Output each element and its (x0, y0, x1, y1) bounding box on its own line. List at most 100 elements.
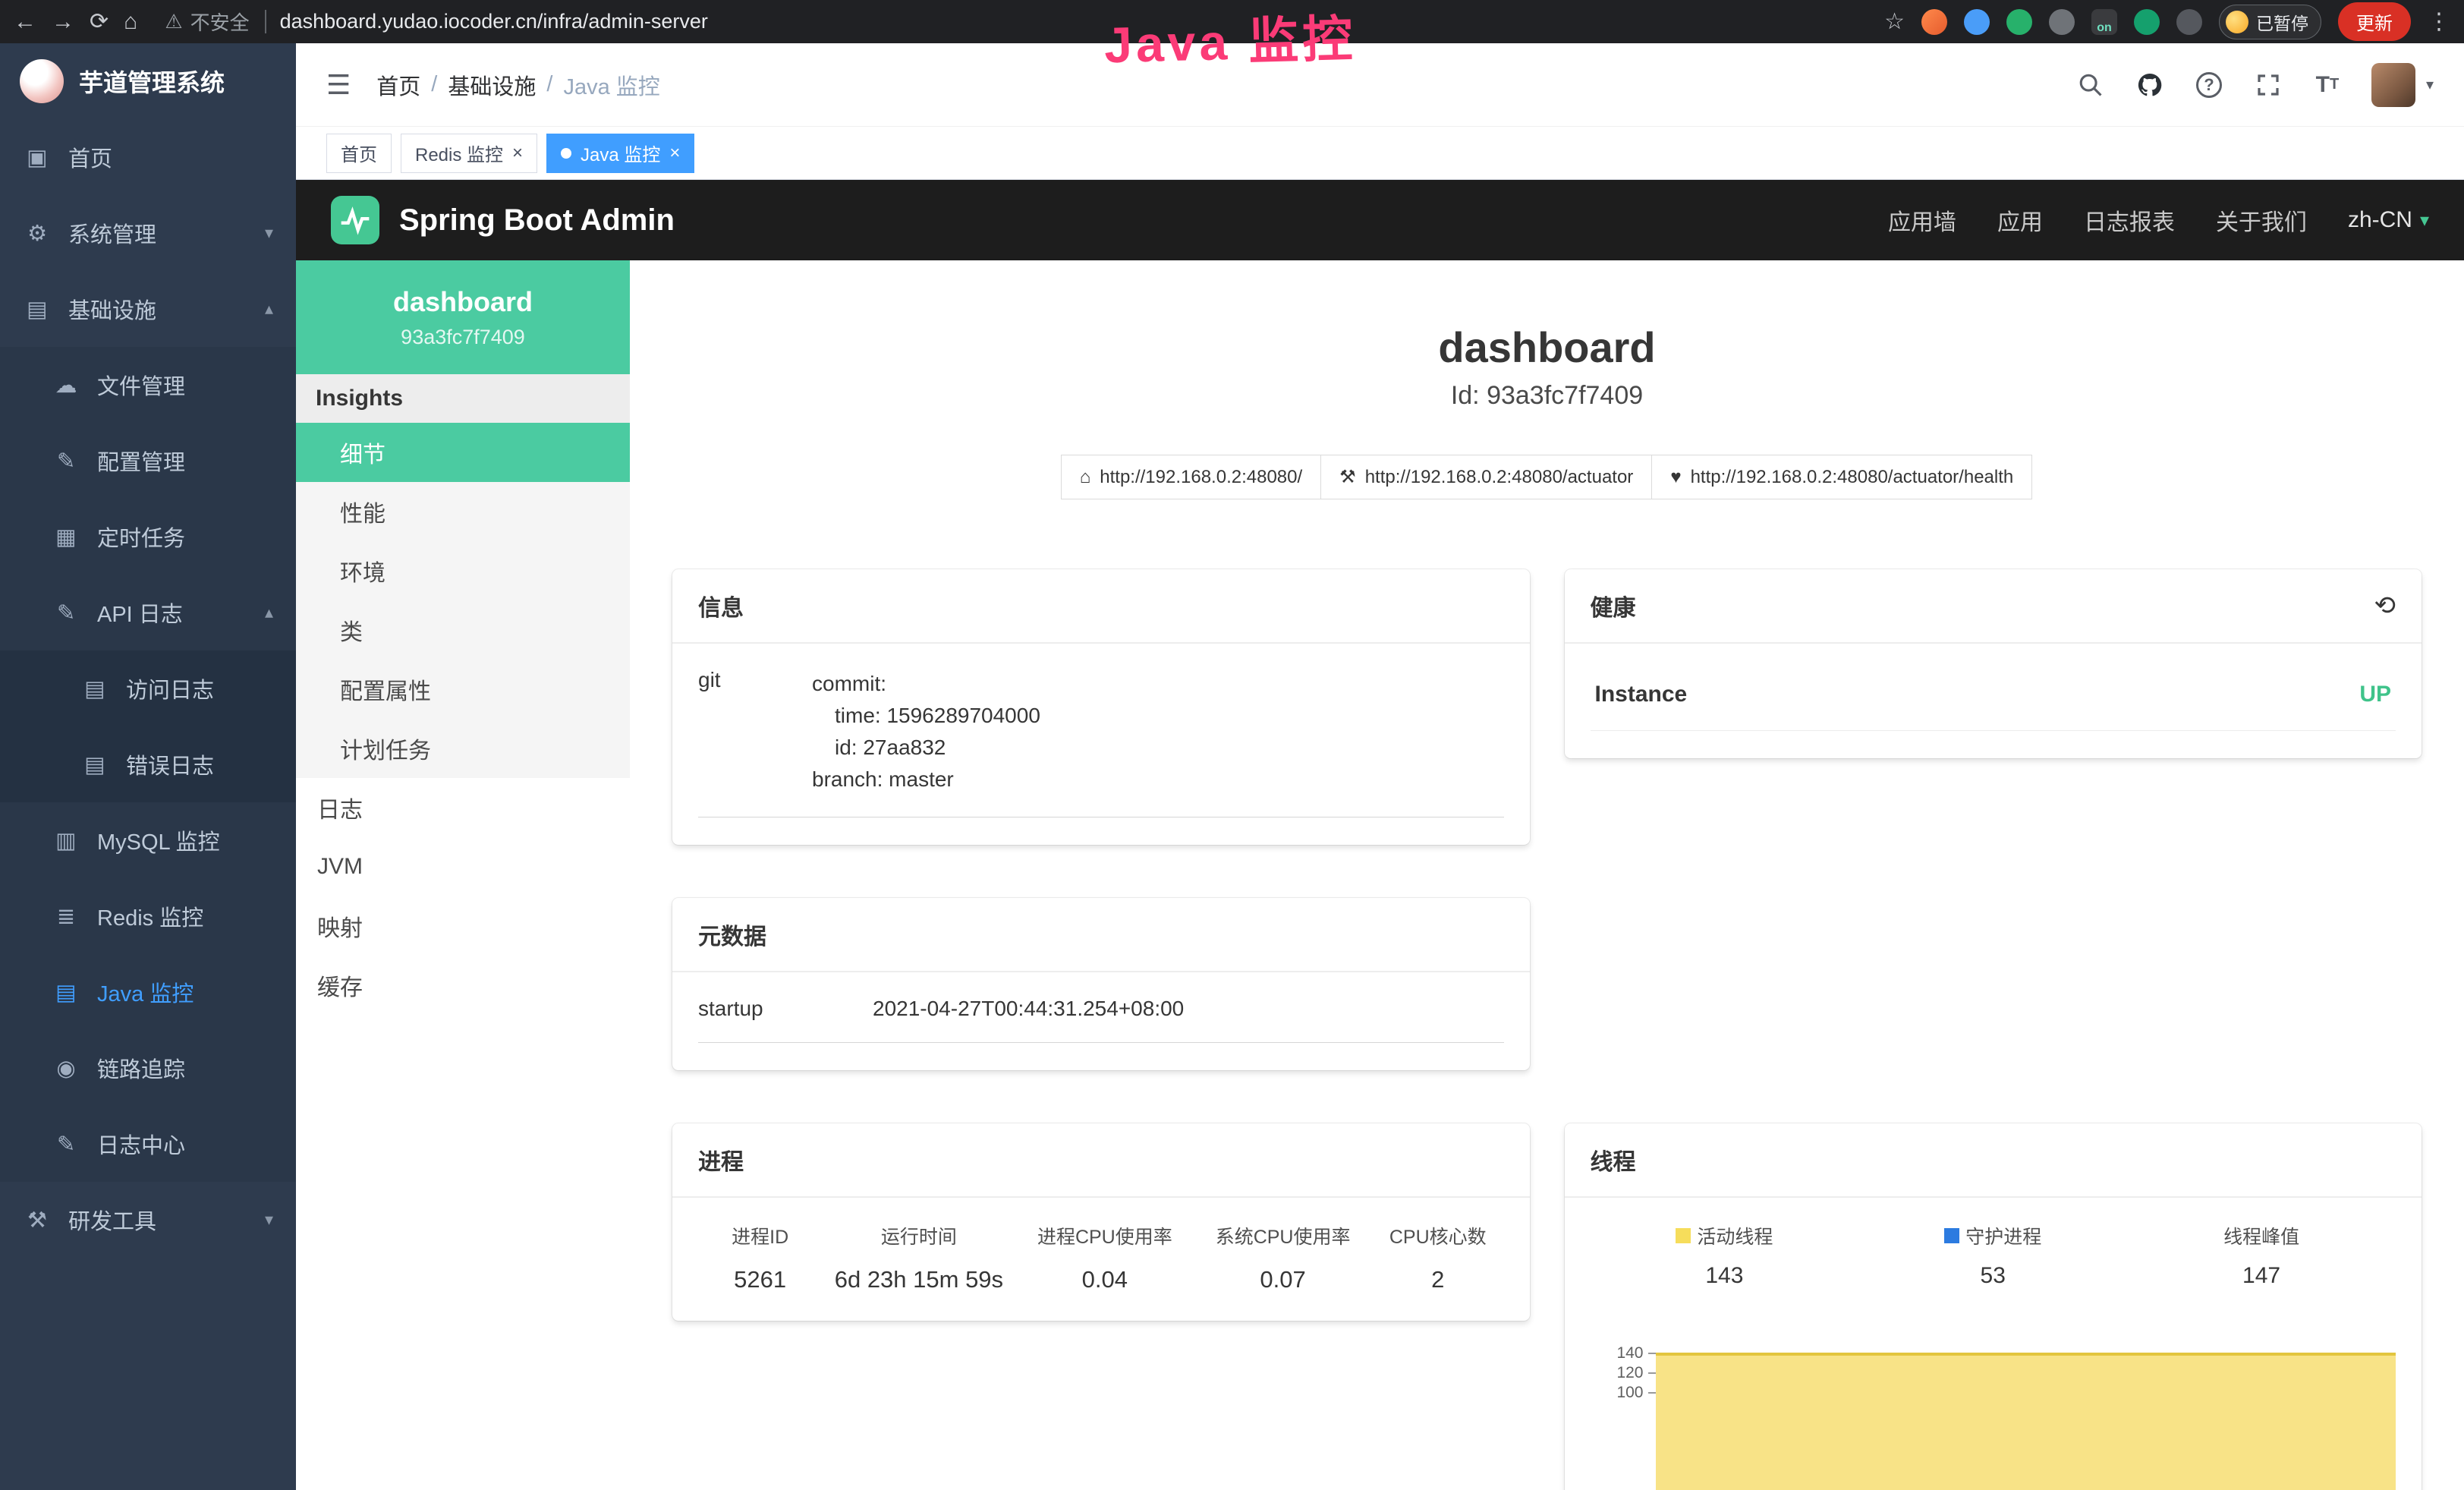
tab-home[interactable]: 首页 (326, 134, 392, 173)
reload-icon[interactable]: ⟳ (90, 11, 109, 33)
warning-icon: ⚠ (165, 10, 182, 33)
font-size-icon[interactable]: TT (2312, 70, 2343, 100)
address-bar[interactable]: ⚠ 不安全 dashboard.yudao.iocoder.cn/infra/a… (165, 8, 708, 36)
sba-nav-wall[interactable]: 应用墙 (1888, 203, 1956, 237)
back-icon[interactable]: ← (14, 11, 36, 33)
extension-icon-dark-puzzle[interactable] (2176, 9, 2202, 35)
sba-nav-about[interactable]: 关于我们 (2216, 203, 2307, 237)
close-icon[interactable]: × (669, 143, 680, 164)
sidebar-item-java-monitor[interactable]: ▤ Java 监控 (0, 954, 296, 1030)
home-icon[interactable]: ⌂ (124, 11, 137, 33)
menu-label: 系统管理 (68, 217, 156, 249)
sba-nav-journal[interactable]: 日志报表 (2084, 203, 2175, 237)
url-text: dashboard.yudao.iocoder.cn/infra/admin-s… (265, 10, 708, 33)
breadcrumb-current: Java 监控 (563, 69, 659, 101)
link-health-url[interactable]: ♥ http://192.168.0.2:48080/actuator/heal… (1651, 455, 2032, 499)
sidebar-item-infrastructure[interactable]: ▤ 基础设施 ▴ (0, 271, 296, 347)
hamburger-icon[interactable]: ☰ (326, 69, 351, 101)
avatar-caret-icon[interactable]: ▾ (2426, 75, 2434, 94)
security-label: 不安全 (190, 8, 250, 36)
close-icon[interactable]: × (512, 143, 523, 164)
sba-item-details[interactable]: 细节 (296, 423, 630, 482)
github-icon[interactable] (2135, 70, 2165, 100)
browser-menu-icon[interactable]: ⋮ (2428, 11, 2450, 33)
process-col: CPU核心数 2 (1372, 1222, 1504, 1293)
sba-item-performance[interactable]: 性能 (296, 482, 630, 541)
sba-item-logs[interactable]: 日志 (296, 778, 630, 837)
sba-item-jvm[interactable]: JVM (296, 837, 630, 896)
metadata-row: startup 2021-04-27T00:44:31.254+08:00 (698, 997, 1504, 1043)
sidebar-item-scheduled-jobs[interactable]: ▦ 定时任务 (0, 499, 296, 575)
sba-instance-block[interactable]: dashboard 93a3fc7f7409 (296, 260, 630, 374)
sidebar-item-api-logs[interactable]: ✎ API 日志 ▴ (0, 575, 296, 650)
sidebar-item-home[interactable]: ▣ 首页 (0, 119, 296, 195)
breadcrumb: 首页 / 基础设施 / Java 监控 (376, 69, 659, 101)
stat-header: 进程CPU使用率 (1015, 1222, 1194, 1249)
extension-icon-drop[interactable] (1964, 9, 1990, 35)
app-logo[interactable]: 芋道管理系统 (0, 43, 296, 119)
fullscreen-icon[interactable] (2253, 70, 2283, 100)
search-icon[interactable] (2075, 70, 2106, 100)
extension-icon-fox[interactable] (1921, 9, 1947, 35)
forward-icon[interactable]: → (52, 11, 74, 33)
health-card-body: Instance UP (1565, 644, 2422, 758)
sidebar-item-system-management[interactable]: ⚙ 系统管理 ▾ (0, 195, 296, 271)
sba-item-scheduled-tasks[interactable]: 计划任务 (296, 719, 630, 778)
admin-sidebar: 芋道管理系统 ▣ 首页 ⚙ 系统管理 ▾ ▤ 基础设施 ▴ ☁ (0, 43, 296, 1490)
cloud-icon: ☁ (52, 372, 80, 398)
sidebar-item-redis-monitor[interactable]: ≣ Redis 监控 (0, 878, 296, 954)
help-icon[interactable]: ? (2194, 70, 2224, 100)
sidebar-item-error-logs[interactable]: ▤ 错误日志 (0, 726, 296, 802)
link-service-url[interactable]: ⌂ http://192.168.0.2:48080/ (1061, 455, 1321, 499)
health-instance-row[interactable]: Instance UP (1591, 668, 2396, 731)
link-label: http://192.168.0.2:48080/ (1100, 467, 1302, 488)
sba-nav-applications[interactable]: 应用 (1997, 203, 2043, 237)
sidebar-item-config-management[interactable]: ✎ 配置管理 (0, 423, 296, 499)
metadata-card: 元数据 startup 2021-04-27T00:44:31.254+08:0… (672, 898, 1530, 1070)
process-col: 运行时间 6d 23h 15m 59s (822, 1222, 1015, 1293)
history-icon[interactable]: ⟲ (2374, 591, 2396, 621)
sba-item-mappings[interactable]: 映射 (296, 896, 630, 956)
git-commit-label: commit: (812, 668, 1504, 700)
menu-label: 研发工具 (68, 1204, 156, 1236)
monitor-icon: ▤ (52, 979, 80, 1006)
chart-y-axis: 140 120 100 (1591, 1315, 1656, 1490)
sidebar-item-access-logs[interactable]: ▤ 访问日志 (0, 650, 296, 726)
sba-item-config-props[interactable]: 配置属性 (296, 660, 630, 719)
sidebar-item-mysql-monitor[interactable]: ▥ MySQL 监控 (0, 802, 296, 878)
stat-value: 6d 23h 15m 59s (822, 1266, 1015, 1293)
tab-redis-monitor[interactable]: Redis 监控 × (401, 134, 537, 173)
bookmark-star-icon[interactable]: ☆ (1884, 11, 1905, 33)
sba-main: dashboard Id: 93a3fc7f7409 ⌂ http://192.… (630, 260, 2464, 1490)
sba-item-caches[interactable]: 缓存 (296, 956, 630, 1015)
breadcrumb-home[interactable]: 首页 (376, 69, 420, 101)
user-avatar[interactable] (2371, 63, 2415, 107)
sidebar-item-dev-tools[interactable]: ⚒ 研发工具 ▾ (0, 1182, 296, 1258)
paused-chip[interactable]: 已暂停 (2219, 5, 2321, 39)
browser-update-button[interactable]: 更新 (2338, 2, 2411, 41)
tools-icon: ⚒ (23, 1207, 52, 1233)
sidebar-item-tracing[interactable]: ◉ 链路追踪 (0, 1030, 296, 1106)
chevron-up-icon: ▴ (265, 603, 273, 622)
extension-icon-leaf[interactable] (2134, 9, 2160, 35)
sidebar-item-file-management[interactable]: ☁ 文件管理 (0, 347, 296, 423)
extension-icon-on-badge[interactable]: on (2091, 9, 2117, 35)
tab-label: Redis 监控 (415, 140, 503, 166)
breadcrumb-section[interactable]: 基础设施 (448, 69, 536, 101)
extension-icon-puzzle[interactable] (2049, 9, 2075, 35)
extension-icon-green[interactable] (2006, 9, 2032, 35)
info-card-body: git commit: time: 1596289704000 id: 27aa… (672, 644, 1530, 845)
sba-item-environment[interactable]: 环境 (296, 541, 630, 600)
link-actuator-url[interactable]: ⚒ http://192.168.0.2:48080/actuator (1320, 455, 1652, 499)
tab-java-monitor[interactable]: Java 监控 × (546, 134, 694, 173)
health-card-header: 健康 ⟲ (1565, 569, 2422, 644)
sba-item-classes[interactable]: 类 (296, 600, 630, 660)
sba-sidebar: dashboard 93a3fc7f7409 Insights 细节 性能 环境… (296, 260, 630, 1490)
card-title: 信息 (698, 589, 744, 622)
sba-locale-select[interactable]: zh-CN ▾ (2348, 207, 2429, 233)
sidebar-item-log-center[interactable]: ✎ 日志中心 (0, 1106, 296, 1182)
stat-header: 系统CPU使用率 (1194, 1222, 1372, 1249)
tags-view-bar: 首页 Redis 监控 × Java 监控 × (296, 127, 2464, 180)
edit-icon: ✎ (52, 600, 80, 626)
legend-col-daemon: 守护进程 53 (1858, 1222, 2127, 1289)
